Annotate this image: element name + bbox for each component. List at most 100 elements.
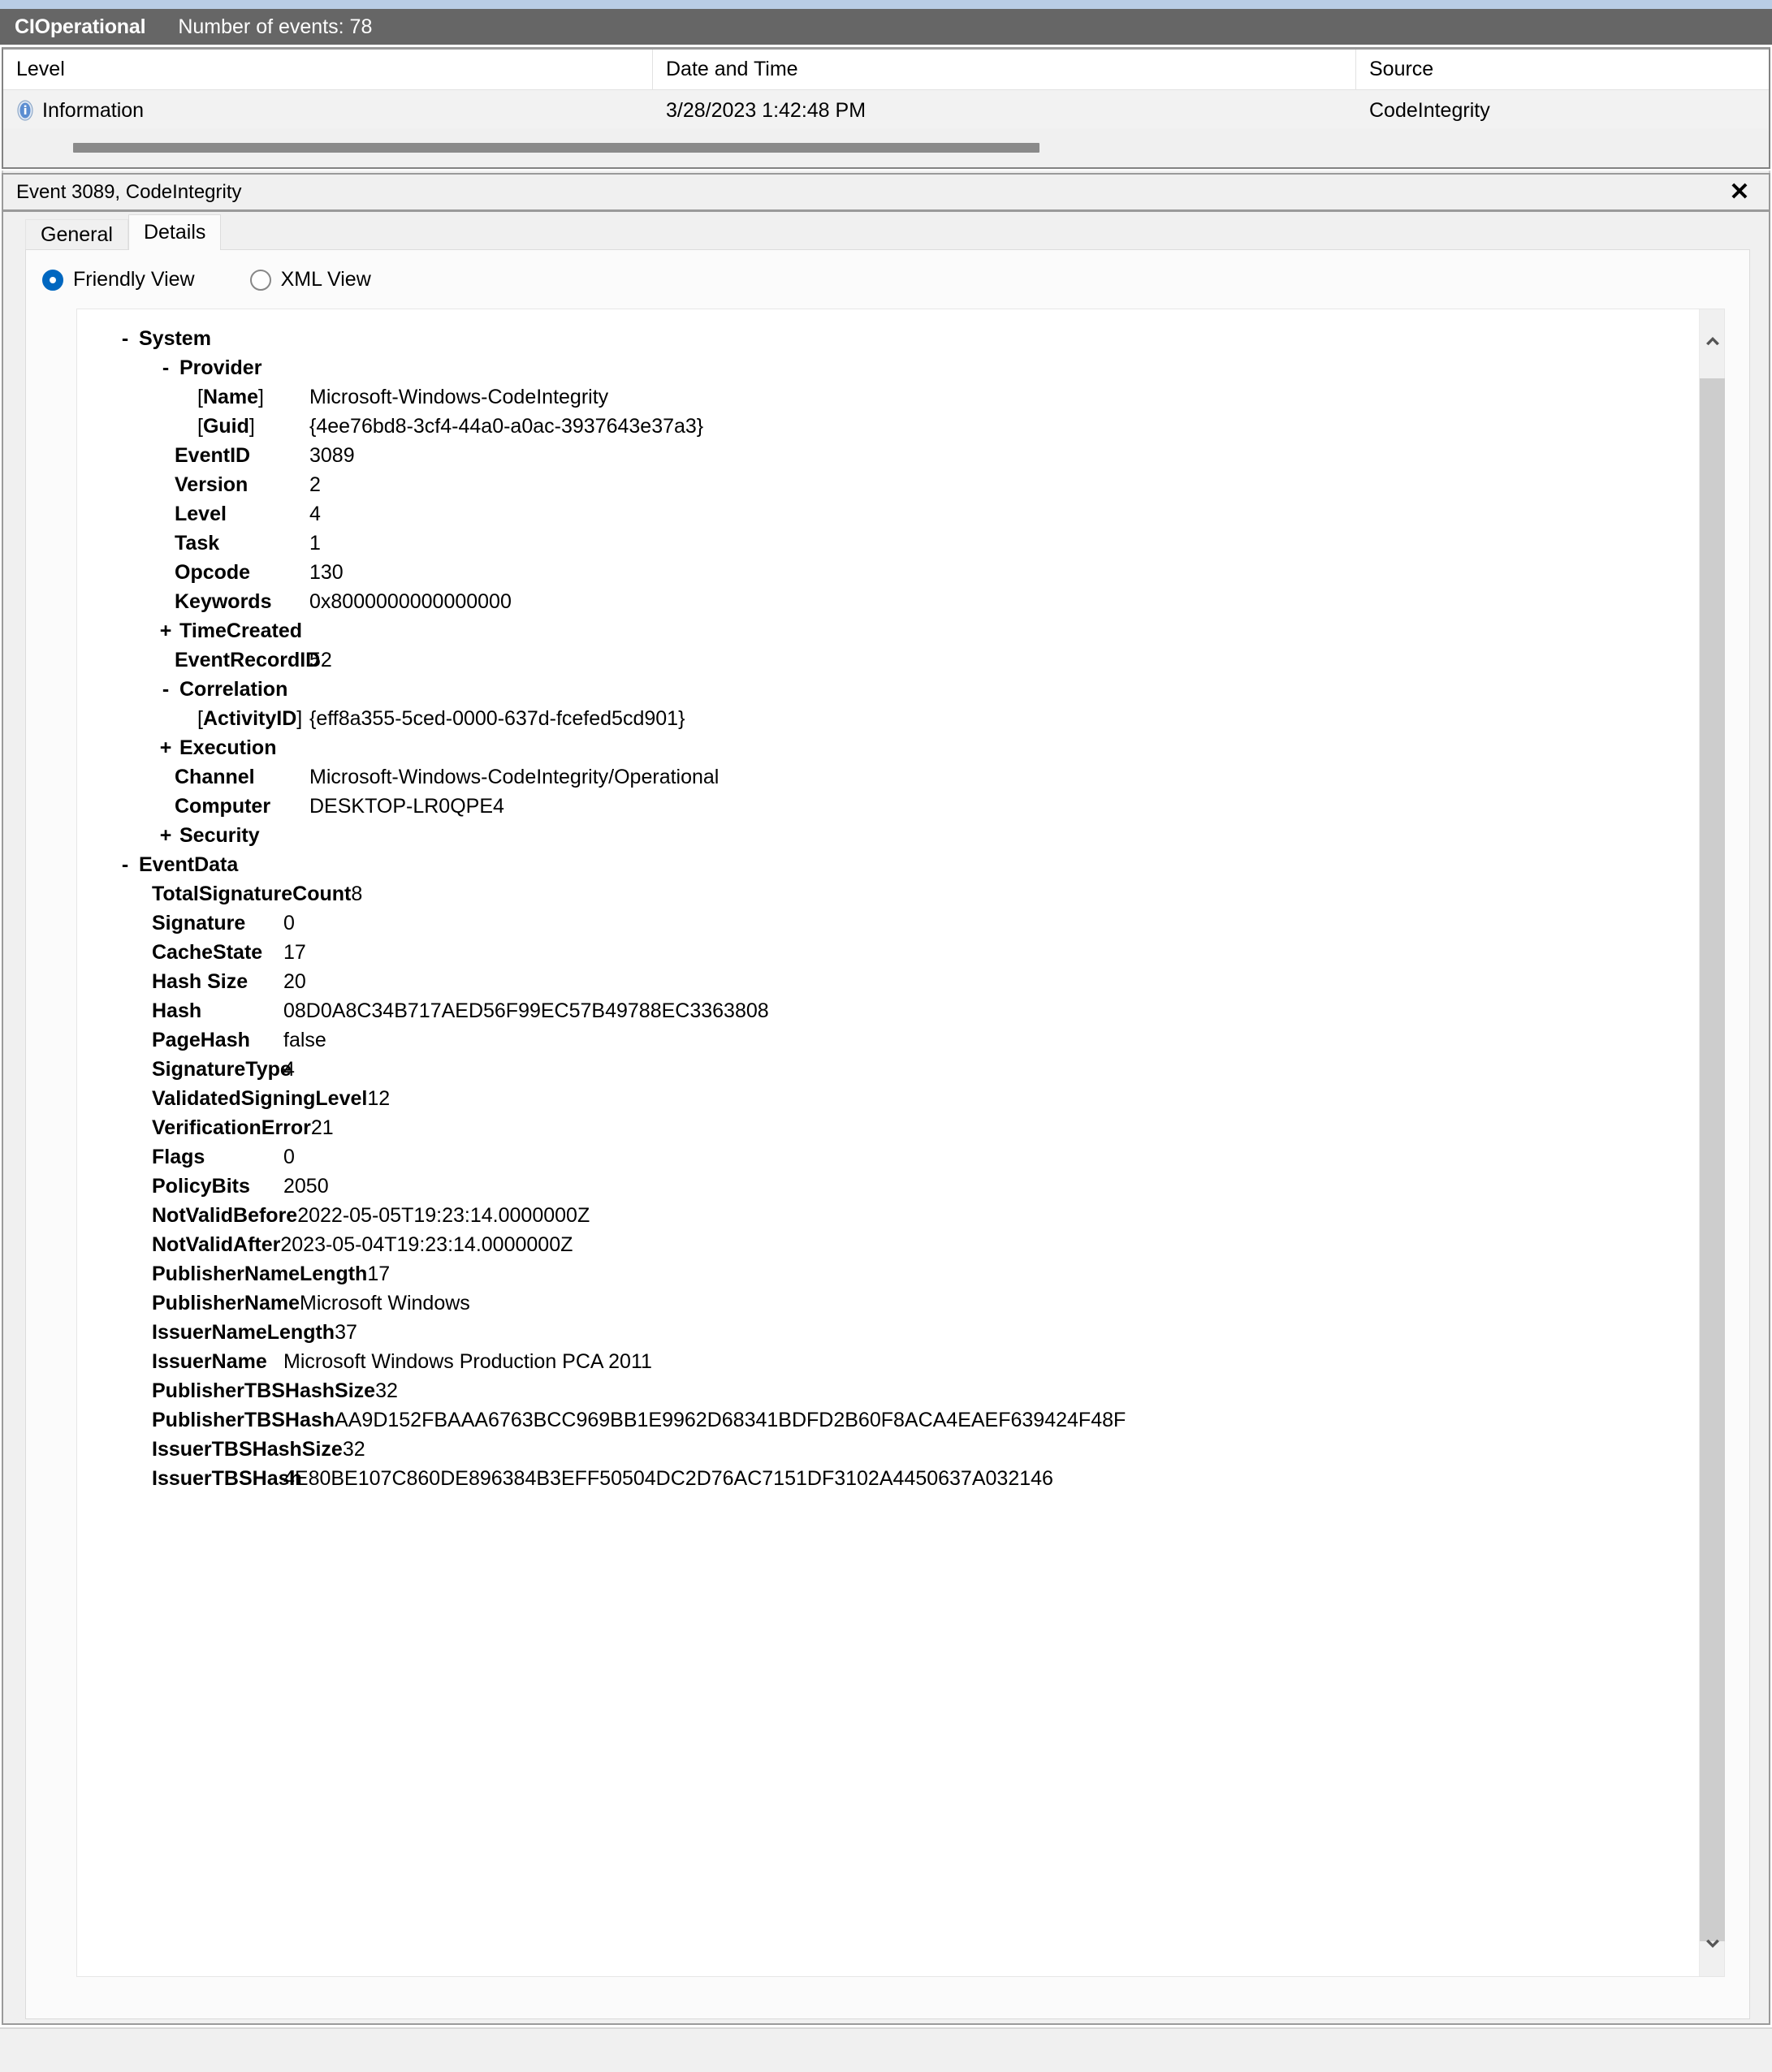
expand-toggle-execution[interactable]: + — [157, 733, 175, 762]
event-details-title-bar: Event 3089, CodeIntegrity ✕ — [3, 175, 1769, 212]
tree-field-signaturetype: SignatureType 4 — [77, 1055, 1699, 1084]
tree-field-hash-size: Hash Size 20 — [77, 967, 1699, 996]
tree-attr-name-value: Microsoft-Windows-CodeIntegrity — [309, 386, 609, 408]
tree-field-keywords-key: Keywords — [175, 590, 272, 613]
column-header-level[interactable]: Level — [3, 49, 653, 90]
tree-field-publishername: PublisherName Microsoft Windows — [77, 1289, 1699, 1318]
bracket-open: [ — [197, 707, 203, 730]
eventdata-key: PublisherNameLength — [152, 1263, 368, 1285]
eventdata-key: IssuerName — [152, 1350, 267, 1373]
collapse-toggle-eventdata[interactable]: - — [116, 850, 134, 879]
collapse-toggle-correlation[interactable]: - — [157, 675, 175, 704]
chevron-up-icon[interactable] — [1700, 327, 1725, 352]
event-list-column-headers: Level Date and Time Source — [3, 49, 1769, 90]
eventdata-value: 17 — [283, 941, 306, 964]
eventdata-value: 2050 — [283, 1175, 329, 1198]
eventdata-value: 37 — [335, 1321, 357, 1344]
tree-field-eventrecordid: EventRecordID 52 — [77, 645, 1699, 675]
tree-node-correlation-label: Correlation — [179, 678, 288, 701]
tree-node-eventdata[interactable]: - EventData — [77, 850, 1699, 879]
tree-field-publishertbshash: PublisherTBSHash AA9D152FBAAA6763BCC969BB… — [77, 1405, 1699, 1435]
tree-node-provider-label: Provider — [179, 356, 262, 379]
cell-level: Information — [3, 90, 653, 131]
radio-friendly-view[interactable]: Friendly View — [42, 268, 195, 291]
table-row[interactable]: Information 3/28/2023 1:42:48 PM CodeInt… — [3, 90, 1769, 131]
eventdata-key: Signature — [152, 912, 246, 935]
eventdata-value: 0 — [283, 912, 295, 935]
cell-source-text: CodeIntegrity — [1369, 98, 1490, 122]
tree-field-eventrecordid-key: EventRecordID — [175, 649, 321, 671]
column-header-level-label: Level — [16, 58, 65, 80]
eventdata-key: PageHash — [152, 1029, 250, 1051]
eventdata-value: 2022-05-05T19:23:14.0000000Z — [297, 1204, 590, 1227]
tree-node-execution[interactable]: + Execution — [77, 733, 1699, 762]
event-xml-tree: - System - Provider [Name] Microsoft-Win… — [77, 309, 1699, 1976]
vertical-scrollbar-thumb[interactable] — [1700, 378, 1725, 1941]
column-header-source[interactable]: Source — [1356, 50, 1769, 90]
tree-attr-guid-value: {4ee76bd8-3cf4-44a0-a0ac-3937643e37a3} — [309, 415, 704, 438]
horizontal-scrollbar-thumb[interactable] — [73, 143, 1039, 153]
cell-date-time: 3/28/2023 1:42:48 PM — [653, 90, 1356, 131]
event-list-horizontal-scrollbar[interactable] — [3, 128, 1767, 167]
tree-node-security[interactable]: + Security — [77, 821, 1699, 850]
eventdata-key: IssuerNameLength — [152, 1321, 335, 1344]
close-icon[interactable]: ✕ — [1717, 177, 1762, 208]
details-tab-body: Friendly View XML View - System - Provid… — [25, 249, 1750, 2019]
tree-field-policybits: PolicyBits 2050 — [77, 1172, 1699, 1201]
tree-field-computer-value: DESKTOP-LR0QPE4 — [309, 795, 504, 818]
eventdata-key: VerificationError — [152, 1116, 311, 1139]
tree-attr-activityid: [ActivityID] {eff8a355-5ced-0000-637d-fc… — [77, 704, 1699, 733]
eventdata-value: 32 — [375, 1379, 398, 1402]
view-mode-radio-group: Friendly View XML View — [42, 268, 418, 291]
cell-source: CodeIntegrity — [1356, 90, 1769, 131]
chevron-down-icon[interactable] — [1700, 1932, 1725, 1957]
eventdata-value: false — [283, 1029, 326, 1051]
tree-node-provider[interactable]: - Provider — [77, 353, 1699, 382]
event-details-title: Event 3089, CodeIntegrity — [16, 180, 242, 203]
tree-node-timecreated[interactable]: + TimeCreated — [77, 616, 1699, 645]
tree-field-pagehash: PageHash false — [77, 1025, 1699, 1055]
tree-field-signature: Signature 0 — [77, 909, 1699, 938]
expand-toggle-timecreated[interactable]: + — [157, 616, 175, 645]
radio-xml-view[interactable]: XML View — [249, 268, 371, 291]
tree-node-correlation[interactable]: - Correlation — [77, 675, 1699, 704]
radio-xml-view-mark — [249, 269, 271, 291]
tab-details[interactable]: Details — [127, 214, 222, 250]
details-vertical-scrollbar[interactable] — [1699, 309, 1725, 1976]
tree-attr-name-key: Name — [202, 386, 259, 408]
tree-field-issuertbshashsize: IssuerTBSHashSize 32 — [77, 1435, 1699, 1464]
eventdata-field-list: TotalSignatureCount 8 Signature 0 CacheState… — [77, 879, 1699, 1493]
expand-toggle-security[interactable]: + — [157, 821, 175, 850]
eventdata-value: 21 — [310, 1116, 334, 1139]
column-header-date-label: Date and Time — [666, 58, 798, 80]
eventdata-key: NotValidBefore — [152, 1204, 298, 1227]
tree-field-totalsignaturecount: TotalSignatureCount 8 — [77, 879, 1699, 909]
eventdata-value: 4 — [283, 1058, 295, 1081]
radio-friendly-view-mark — [42, 269, 63, 291]
tree-attr-guid-key: Guid — [202, 415, 249, 438]
collapse-toggle-provider[interactable]: - — [157, 353, 175, 382]
friendly-view-content-frame: - System - Provider [Name] Microsoft-Win… — [76, 309, 1725, 1977]
eventdata-value: 12 — [367, 1087, 391, 1110]
tree-node-system-label: System — [139, 327, 211, 350]
bracket-open: [ — [197, 415, 203, 438]
tree-field-issuertbshash: IssuerTBSHash 4E80BE107C860DE896384B3EFF5… — [77, 1464, 1699, 1493]
tree-field-publishernamelength: PublisherNameLength 17 — [77, 1259, 1699, 1289]
eventdata-key: Flags — [152, 1146, 205, 1168]
tree-field-verificationerror: VerificationError 21 — [77, 1113, 1699, 1142]
tree-node-execution-label: Execution — [179, 736, 277, 759]
eventdata-key: Hash — [152, 999, 202, 1022]
tree-field-channel-value: Microsoft-Windows-CodeIntegrity/Operatio… — [309, 766, 720, 788]
tree-field-keywords: Keywords 0x8000000000000000 — [77, 587, 1699, 616]
tree-node-system[interactable]: - System — [77, 324, 1699, 353]
eventdata-value: 20 — [283, 970, 306, 993]
column-header-date-and-time[interactable]: Date and Time — [653, 49, 1356, 90]
eventdata-key: Hash Size — [152, 970, 249, 993]
details-tab-strip: General Details — [3, 214, 1769, 250]
tab-general[interactable]: General — [25, 219, 128, 250]
collapse-toggle-system[interactable]: - — [116, 324, 134, 353]
tree-field-level-value: 4 — [309, 503, 321, 525]
window-top-accent-strip — [0, 0, 1772, 9]
cell-date-time-text: 3/28/2023 1:42:48 PM — [666, 98, 867, 122]
eventdata-key: SignatureType — [152, 1058, 292, 1081]
